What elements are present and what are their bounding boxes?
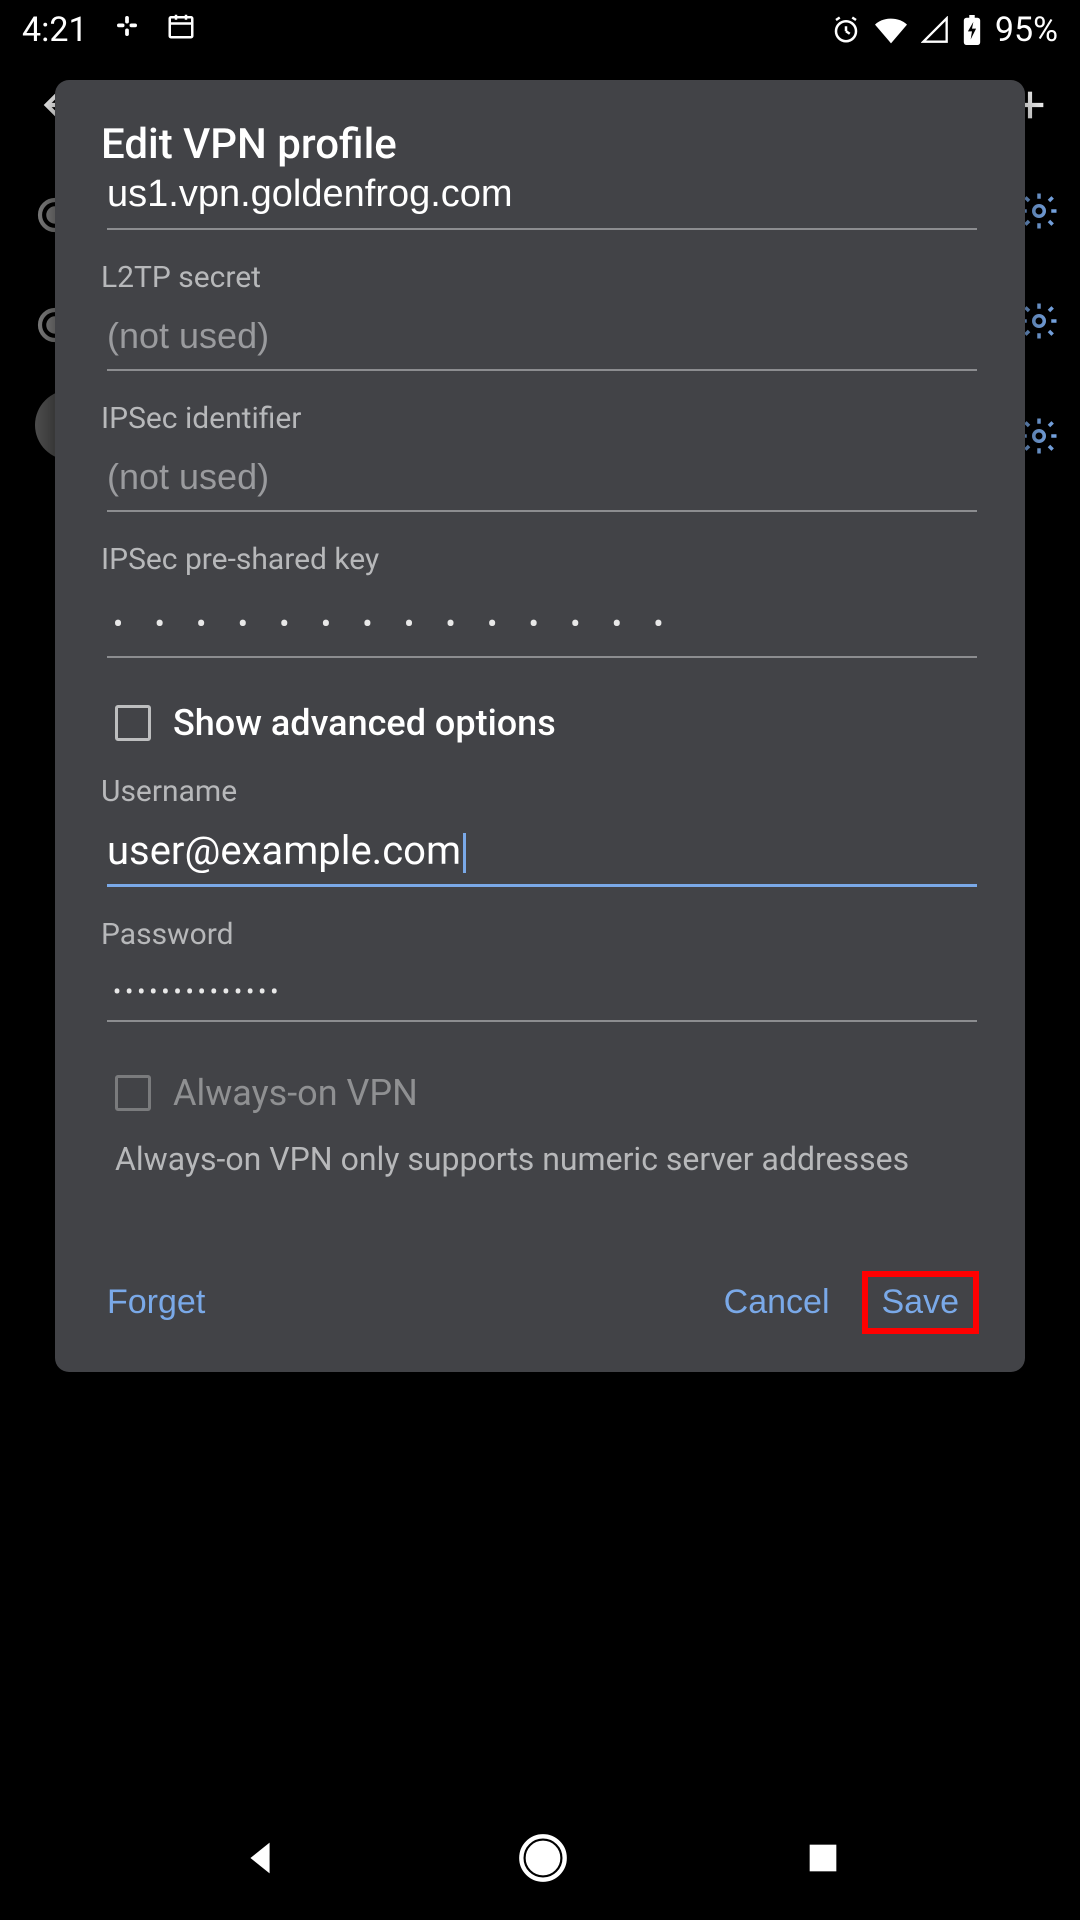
slack-icon (112, 10, 142, 50)
show-advanced-label: Show advanced options (173, 702, 556, 744)
dialog-button-row: Forget Cancel Save (101, 1271, 979, 1334)
edit-vpn-dialog: Edit VPN profile L2TP secret IPSec ident… (55, 80, 1025, 1372)
dialog-title: Edit VPN profile (101, 120, 979, 169)
l2tp-secret-label: L2TP secret (101, 260, 979, 295)
status-bar: 4:21 95% (0, 0, 1080, 60)
nav-back-icon[interactable] (237, 1835, 283, 1885)
save-button-highlight: Save (862, 1271, 980, 1334)
ipsec-identifier-input[interactable] (107, 436, 977, 512)
always-on-help-text: Always-on VPN only supports numeric serv… (115, 1138, 955, 1181)
show-advanced-checkbox-row[interactable]: Show advanced options (115, 702, 979, 744)
ipsec-identifier-label: IPSec identifier (101, 401, 979, 436)
checkbox-icon (115, 705, 151, 741)
always-on-label: Always-on VPN (173, 1072, 418, 1114)
server-address-input[interactable] (107, 169, 977, 230)
status-left: 4:21 (22, 10, 196, 50)
username-label: Username (101, 774, 979, 809)
ipsec-psk-label: IPSec pre-shared key (101, 542, 979, 577)
l2tp-secret-input[interactable] (107, 295, 977, 371)
always-on-checkbox-row: Always-on VPN (115, 1072, 979, 1114)
nav-home-icon[interactable] (517, 1832, 569, 1888)
battery-charging-icon (963, 15, 981, 45)
cell-signal-icon (921, 16, 949, 44)
save-button[interactable]: Save (882, 1283, 960, 1322)
status-time: 4:21 (22, 10, 88, 50)
nav-bar (0, 1800, 1080, 1920)
alarm-icon (831, 15, 861, 45)
ipsec-psk-input[interactable]: • • • • • • • • • • • • • • (107, 577, 977, 658)
password-input[interactable]: •••••••••••••• (107, 952, 977, 1022)
battery-percent: 95% (995, 10, 1058, 50)
username-value: user@example.com (107, 827, 461, 874)
wifi-icon (875, 16, 907, 44)
nav-recent-icon[interactable] (803, 1838, 843, 1882)
text-cursor-icon (463, 833, 466, 873)
forget-button[interactable]: Forget (101, 1275, 211, 1330)
username-input[interactable]: user@example.com (107, 809, 977, 887)
checkbox-icon (115, 1075, 151, 1111)
calendar-icon (166, 10, 196, 50)
password-label: Password (101, 917, 979, 952)
cancel-button[interactable]: Cancel (718, 1275, 836, 1330)
status-right: 95% (831, 10, 1058, 50)
